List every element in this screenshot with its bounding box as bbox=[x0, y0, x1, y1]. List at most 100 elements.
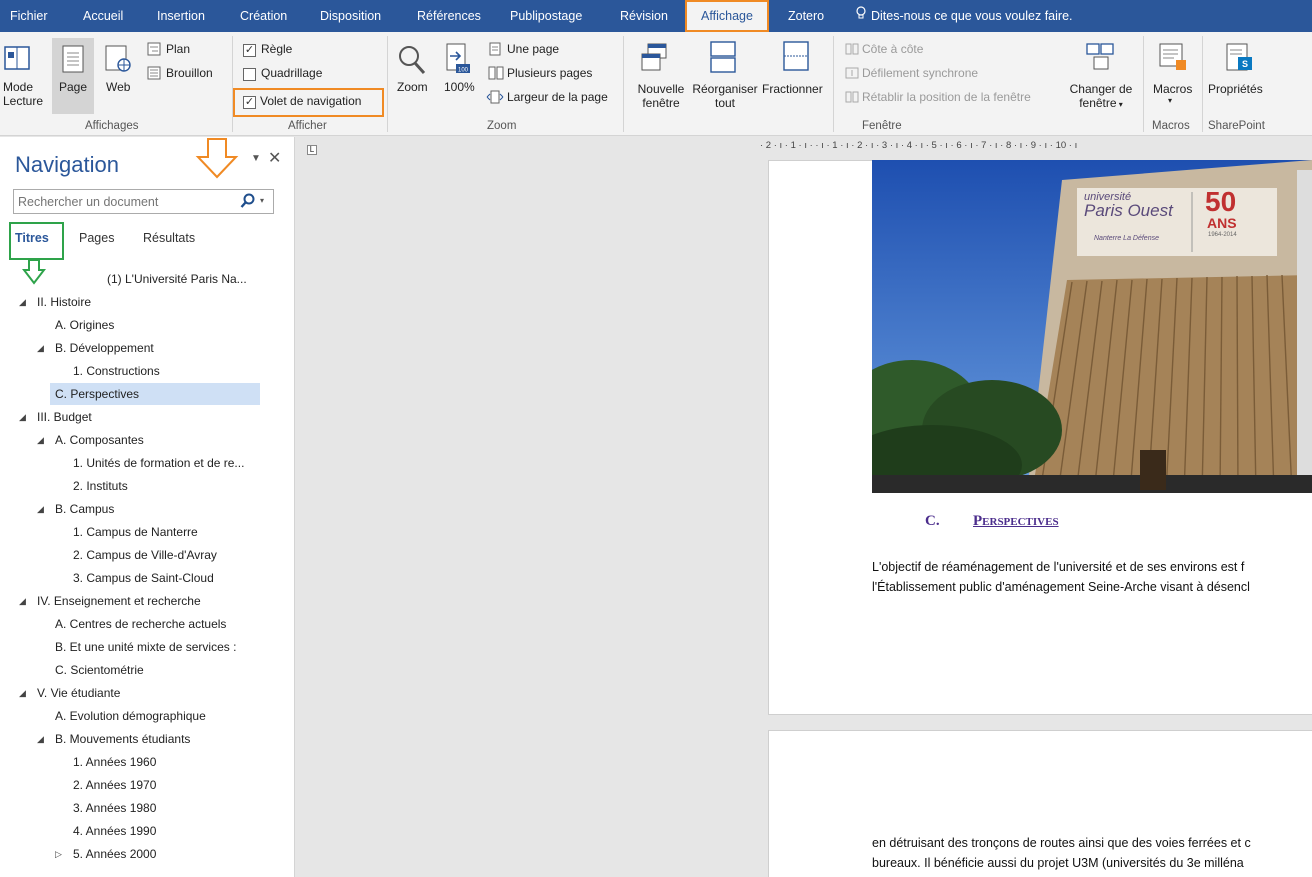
tab-creation[interactable]: Création bbox=[240, 0, 287, 32]
page-width-icon bbox=[486, 90, 504, 107]
read-mode-button[interactable]: Mode Lecture bbox=[3, 80, 43, 108]
tab-resultats[interactable]: Résultats bbox=[143, 231, 195, 245]
heading-tree-item[interactable]: 2. Années 1970 bbox=[73, 774, 156, 796]
heading-tree-item[interactable]: 2. Campus de Ville-d'Avray bbox=[73, 544, 217, 566]
tab-zotero[interactable]: Zotero bbox=[788, 0, 824, 32]
collapse-triangle-icon[interactable]: ◢ bbox=[19, 406, 26, 428]
horizontal-ruler[interactable]: · 2 · ı · 1 · ı · · ı · 1 · ı · 2 · ı · … bbox=[760, 140, 1312, 156]
one-page-button[interactable]: Une page bbox=[507, 42, 559, 56]
heading-tree-item[interactable]: B. Développement bbox=[55, 337, 154, 359]
paragraph-2-line-2: bureaux. Il bénéficie aussi du projet U3… bbox=[872, 856, 1244, 870]
tab-fichier[interactable]: Fichier bbox=[10, 0, 48, 32]
heading-tree-item[interactable]: (1) L'Université Paris Na... bbox=[107, 268, 247, 290]
heading-tree-item[interactable]: 3. Campus de Saint-Cloud bbox=[73, 567, 214, 589]
heading-tree-item[interactable]: B. Campus bbox=[55, 498, 114, 520]
tab-selector[interactable]: L bbox=[307, 145, 317, 155]
ribbon-tab-bar: Fichier Accueil Insertion Création Dispo… bbox=[0, 0, 1312, 32]
heading-number: C. bbox=[925, 513, 940, 529]
heading-tree-item[interactable]: II. Histoire bbox=[37, 291, 91, 313]
search-input[interactable] bbox=[14, 190, 234, 213]
zoom-100-button[interactable]: 100% bbox=[444, 80, 475, 94]
reset-window-position-button[interactable]: Rétablir la position de la fenêtre bbox=[862, 90, 1031, 104]
group-label-zoom: Zoom bbox=[487, 120, 517, 132]
heading-tree-item[interactable]: B. Mouvements étudiants bbox=[55, 728, 190, 750]
pane-options-icon[interactable]: ▼ bbox=[251, 153, 261, 164]
lightbulb-icon bbox=[855, 0, 867, 32]
heading-tree-item[interactable]: III. Budget bbox=[37, 406, 92, 428]
heading-tree-item[interactable]: C. Perspectives bbox=[50, 383, 260, 405]
split-button[interactable]: Fractionner bbox=[762, 82, 823, 96]
page-width-button[interactable]: Largeur de la page bbox=[507, 90, 608, 104]
outline-button[interactable]: Plan bbox=[166, 42, 190, 56]
collapse-triangle-icon[interactable]: ◢ bbox=[19, 291, 26, 313]
heading-tree-item[interactable]: A. Origines bbox=[55, 314, 114, 336]
ribbon-separator bbox=[387, 36, 388, 132]
heading-tree-item[interactable]: A. Evolution démographique bbox=[55, 705, 206, 727]
macros-button[interactable]: Macros bbox=[1153, 82, 1192, 96]
web-view-button[interactable]: Web bbox=[106, 80, 130, 94]
heading-tree-item[interactable]: A. Centres de recherche actuels bbox=[55, 613, 226, 635]
collapse-triangle-icon[interactable]: ◢ bbox=[37, 498, 44, 520]
heading-tree-item[interactable]: V. Vie étudiante bbox=[37, 682, 120, 704]
heading-text: Perspectives bbox=[973, 513, 1059, 529]
properties-button[interactable]: Propriétés bbox=[1208, 82, 1263, 96]
down-arrow-annotation-icon bbox=[195, 137, 239, 184]
tab-pages[interactable]: Pages bbox=[79, 231, 114, 245]
ruler-checkbox[interactable]: ✓ bbox=[243, 44, 256, 57]
multiple-pages-button[interactable]: Plusieurs pages bbox=[507, 66, 592, 80]
collapse-triangle-icon[interactable]: ◢ bbox=[37, 728, 44, 750]
tab-titres[interactable]: Titres bbox=[9, 222, 64, 260]
heading-tree-item[interactable]: IV. Enseignement et recherche bbox=[37, 590, 201, 612]
close-icon[interactable]: ✕ bbox=[268, 148, 281, 168]
collapse-triangle-icon[interactable]: ◢ bbox=[19, 682, 26, 704]
image-text-ans: ANS bbox=[1207, 215, 1237, 231]
read-mode-label-1: Mode bbox=[3, 80, 34, 94]
collapse-triangle-icon[interactable]: ◢ bbox=[19, 590, 26, 612]
image-text-nanterre: Nanterre La Défense bbox=[1094, 235, 1159, 242]
ribbon-separator bbox=[833, 36, 834, 132]
collapse-triangle-icon[interactable]: ◢ bbox=[37, 337, 44, 359]
heading-tree-item[interactable]: 1. Constructions bbox=[73, 360, 160, 382]
sync-scroll-button[interactable]: Défilement synchrone bbox=[862, 66, 978, 80]
heading-tree-item[interactable]: B. Et une unité mixte de services : bbox=[55, 636, 236, 658]
tell-me-box[interactable]: Dites-nous ce que vous voulez faire. bbox=[855, 0, 1073, 32]
heading-tree-item[interactable]: 2. Instituts bbox=[73, 475, 128, 497]
navigation-pane-toggle[interactable]: ✓ Volet de navigation bbox=[233, 88, 384, 117]
tab-affichage[interactable]: Affichage bbox=[685, 0, 769, 32]
heading-tree-item[interactable]: A. Composantes bbox=[55, 429, 144, 451]
heading-tree-item[interactable]: 1. Campus de Nanterre bbox=[73, 521, 198, 543]
svg-text:S: S bbox=[1242, 59, 1248, 69]
tab-revision[interactable]: Révision bbox=[620, 0, 668, 32]
down-arrow-annotation-icon bbox=[21, 259, 47, 288]
zoom-button[interactable]: Zoom bbox=[397, 80, 428, 94]
tab-references[interactable]: Références bbox=[417, 0, 481, 32]
expand-triangle-icon[interactable]: ▷ bbox=[55, 843, 62, 865]
paragraph-1-line-2: l'Établissement public d'aménagement Sei… bbox=[872, 580, 1250, 594]
heading-tree-item[interactable]: 1. Années 1960 bbox=[73, 751, 156, 773]
side-by-side-button[interactable]: Côte à côte bbox=[862, 42, 923, 56]
search-icon[interactable] bbox=[240, 193, 256, 212]
gridlines-checkbox[interactable] bbox=[243, 68, 256, 81]
page-view-button[interactable]: Page bbox=[52, 38, 94, 114]
group-label-affichages: Affichages bbox=[85, 120, 139, 132]
group-label-sharepoint: SharePoint bbox=[1208, 120, 1265, 132]
collapse-triangle-icon[interactable]: ◢ bbox=[37, 429, 44, 451]
tab-publipostage[interactable]: Publipostage bbox=[510, 0, 582, 32]
heading-tree-item[interactable]: 1. Unités de formation et de re... bbox=[73, 452, 244, 474]
group-label-fenetre: Fenêtre bbox=[862, 120, 902, 132]
heading-tree-item[interactable]: 5. Années 2000 bbox=[73, 843, 156, 865]
tab-disposition[interactable]: Disposition bbox=[320, 0, 381, 32]
tab-insertion[interactable]: Insertion bbox=[157, 0, 205, 32]
heading-tree-item[interactable]: 3. Années 1980 bbox=[73, 797, 156, 819]
side-by-side-icon bbox=[845, 43, 859, 58]
chevron-down-icon[interactable]: ▾ bbox=[260, 196, 264, 205]
new-window-button[interactable]: Nouvelle fenêtre bbox=[633, 82, 689, 110]
new-window-label-1: Nouvelle bbox=[637, 82, 685, 96]
heading-tree-item[interactable]: 4. Années 1990 bbox=[73, 820, 156, 842]
arrange-all-button[interactable]: Réorganiser tout bbox=[690, 82, 760, 110]
heading-tree-item[interactable]: C. Scientométrie bbox=[55, 659, 144, 681]
navigation-pane-checkbox[interactable]: ✓ bbox=[243, 96, 256, 109]
draft-button[interactable]: Brouillon bbox=[166, 66, 213, 80]
tab-accueil[interactable]: Accueil bbox=[83, 0, 123, 32]
switch-window-button[interactable]: Changer de fenêtre ▾ bbox=[1068, 82, 1134, 112]
